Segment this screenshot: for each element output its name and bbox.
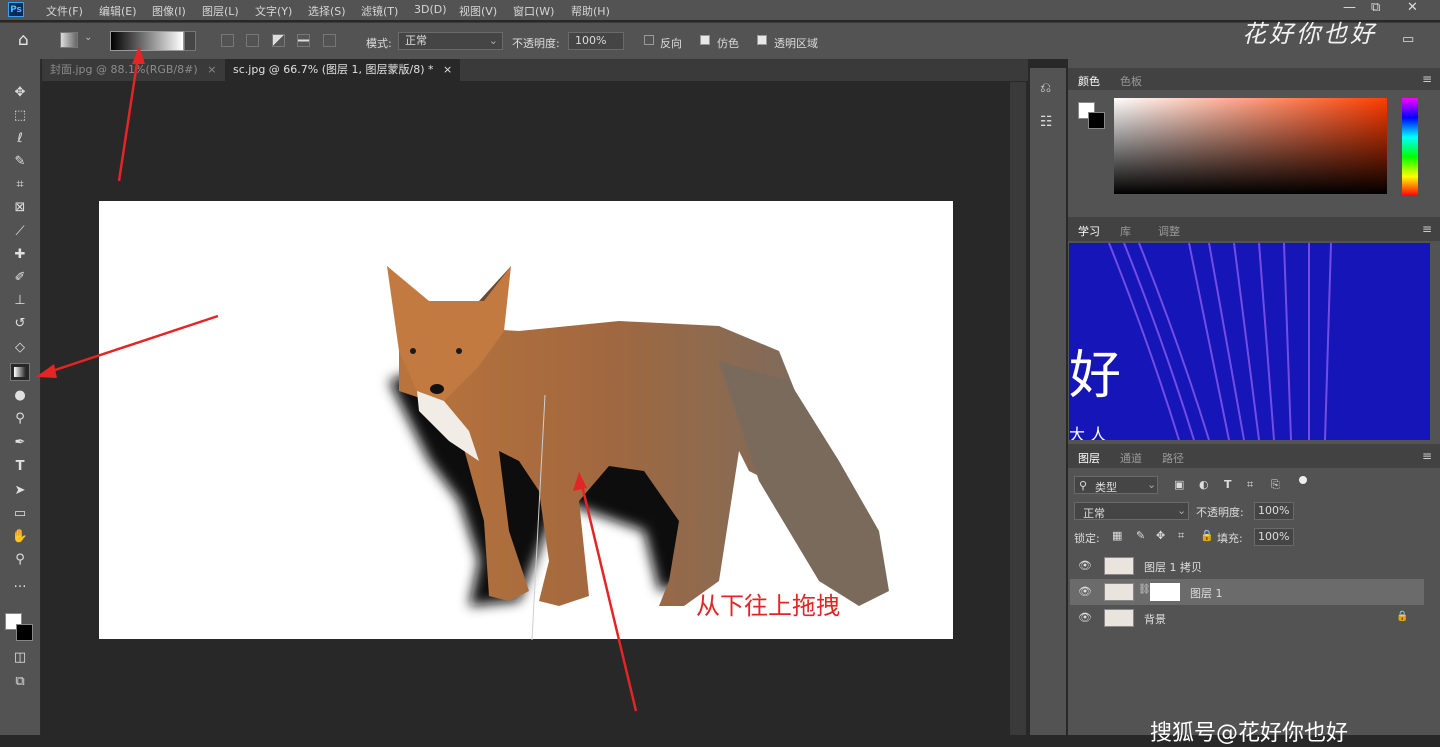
- layer-row[interactable]: 👁 图层 1 拷贝: [1070, 553, 1424, 579]
- lock-artboard-icon[interactable]: ⌗: [1178, 529, 1184, 543]
- lock-pixels-icon[interactable]: ▦: [1112, 529, 1122, 542]
- banner-subtext: 大 人: [1069, 425, 1107, 440]
- lock-paint-icon[interactable]: ✎: [1136, 529, 1145, 542]
- layer-opacity-input[interactable]: 100%: [1254, 502, 1294, 520]
- vertical-scrollbar[interactable]: [1010, 82, 1026, 735]
- arrow-head: [36, 364, 57, 378]
- filter-adjustment-icon[interactable]: ◐: [1199, 478, 1209, 491]
- tab-layers[interactable]: 图层: [1078, 450, 1100, 466]
- kind-label: 类型: [1095, 481, 1117, 494]
- layer-thumbnail: [1104, 557, 1134, 575]
- layers-panel-tabs: 图层 通道 路径 ≡: [1068, 444, 1440, 468]
- arrow-head: [573, 472, 587, 491]
- properties-panel-icon[interactable]: ☷: [1040, 114, 1053, 130]
- tab-swatches[interactable]: 色板: [1120, 73, 1142, 89]
- filter-smart-object-icon[interactable]: ⎘: [1271, 478, 1280, 492]
- collapsed-panel-dock: ⎌ ☷: [1030, 68, 1066, 735]
- lock-all-icon[interactable]: 🔒: [1200, 529, 1214, 542]
- panel-menu-icon[interactable]: ≡: [1422, 72, 1432, 86]
- filter-toggle-icon[interactable]: [1299, 476, 1307, 484]
- chevron-down-icon: ⌄: [1147, 478, 1157, 491]
- arrow-drag-direction: [578, 476, 638, 712]
- fill-input[interactable]: 100%: [1254, 528, 1294, 546]
- tab-adjustments[interactable]: 调整: [1158, 223, 1180, 239]
- gradient-drag-line: [531, 394, 546, 641]
- history-panel-icon[interactable]: ⎌: [1040, 80, 1051, 96]
- watermark-bottom: 搜狐号@花好你也好: [1150, 721, 1349, 746]
- lock-label: 锁定:: [1074, 532, 1100, 545]
- layer-kind-filter[interactable]: ⚲ 类型 ⌄: [1074, 476, 1158, 494]
- filter-type-icon[interactable]: T: [1224, 478, 1232, 491]
- eye-icon[interactable]: 👁: [1078, 585, 1092, 598]
- layer-row-selected[interactable]: 👁 ⛓ 图层 1: [1070, 579, 1424, 605]
- color-panel-tabs: 颜色 色板 ≡: [1068, 68, 1440, 90]
- right-panel-column: 颜色 色板 ≡ 学习 库 调整 ≡ 好 大 人 图层 通道 路径 ≡ ⚲ 类型 …: [1068, 58, 1440, 735]
- color-field[interactable]: [1114, 98, 1387, 194]
- banner-lines: [1108, 243, 1332, 440]
- arrow-to-gradient-tool: [39, 314, 219, 377]
- lock-icon: 🔒: [1396, 611, 1409, 622]
- layer-opacity-label: 不透明度:: [1196, 506, 1244, 519]
- blend-mode-value: 正常: [1083, 507, 1105, 520]
- layer-opacity-value: 100%: [1258, 504, 1290, 517]
- learn-panel-tabs: 学习 库 调整 ≡: [1068, 217, 1440, 241]
- color-background-swatch[interactable]: [1088, 112, 1105, 129]
- layer-name[interactable]: 背景: [1144, 611, 1166, 627]
- filter-shape-icon[interactable]: ⌗: [1247, 478, 1253, 492]
- tab-color[interactable]: 颜色: [1078, 73, 1100, 89]
- tab-channels[interactable]: 通道: [1120, 450, 1142, 466]
- banner-text: 好: [1069, 346, 1122, 406]
- panel-menu-icon[interactable]: ≡: [1422, 222, 1432, 236]
- link-icon[interactable]: ⛓: [1138, 584, 1151, 595]
- lock-position-icon[interactable]: ✥: [1156, 529, 1165, 542]
- search-icon: ⚲: [1079, 479, 1088, 492]
- filter-pixel-icon[interactable]: ▣: [1174, 478, 1184, 491]
- layer-row[interactable]: 👁 背景 🔒: [1070, 605, 1424, 631]
- blend-mode-select[interactable]: 正常 ⌄: [1074, 502, 1189, 520]
- tab-learn[interactable]: 学习: [1078, 223, 1100, 239]
- tab-paths[interactable]: 路径: [1162, 450, 1184, 466]
- layer-name[interactable]: 图层 1 拷贝: [1144, 559, 1202, 575]
- chevron-down-icon: ⌄: [1177, 504, 1187, 517]
- eye-icon[interactable]: 👁: [1078, 559, 1092, 572]
- panel-menu-icon[interactable]: ≡: [1422, 449, 1432, 463]
- arrow-to-gradient-picker: [117, 49, 141, 182]
- layer-thumbnail: [1104, 583, 1134, 601]
- layer-mask-thumbnail[interactable]: [1150, 583, 1180, 601]
- layer-thumbnail: [1104, 609, 1134, 627]
- fill-label: 填充:: [1217, 532, 1243, 545]
- hue-slider[interactable]: [1402, 98, 1418, 196]
- arrow-head: [132, 46, 145, 64]
- learn-banner[interactable]: 好 大 人: [1069, 243, 1430, 440]
- fill-value: 100%: [1258, 530, 1290, 543]
- layer-name[interactable]: 图层 1: [1190, 585, 1223, 601]
- tab-libraries[interactable]: 库: [1120, 223, 1131, 239]
- eye-icon[interactable]: 👁: [1078, 611, 1092, 624]
